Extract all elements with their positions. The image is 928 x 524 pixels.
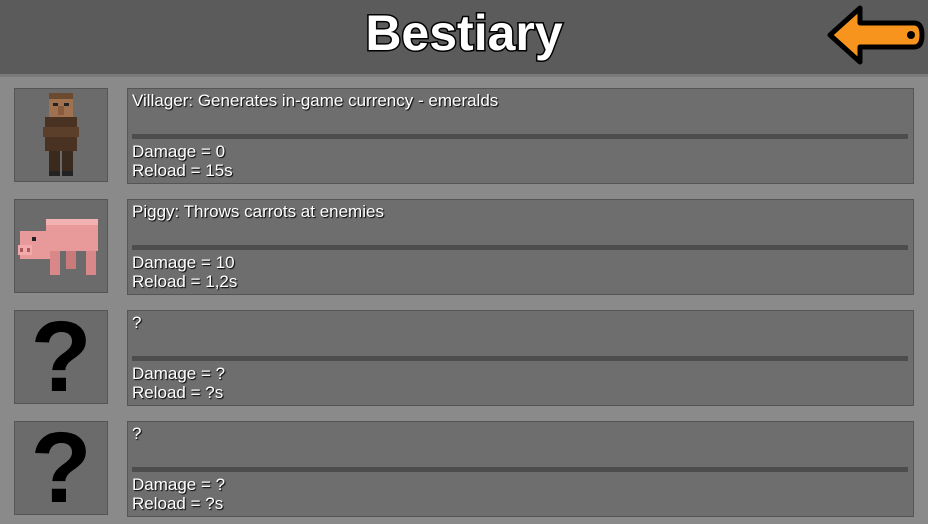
divider [132, 467, 908, 472]
list-item: ? ? Damage = ? Reload = ?s [0, 299, 928, 407]
entry-reload: Reload = 15s [132, 161, 233, 180]
divider [132, 245, 908, 250]
list-item: ? ? Damage = ? Reload = ?s [0, 410, 928, 518]
list-item: Piggy: Throws carrots at enemies Damage … [0, 188, 928, 295]
entry-description: Villager: Generates in-game currency - e… [132, 91, 499, 110]
entry-damage: Damage = ? [132, 364, 226, 383]
back-button[interactable] [826, 4, 926, 66]
pig-icon [18, 219, 98, 275]
entry-description: Piggy: Throws carrots at enemies [132, 202, 384, 221]
entry-icon-box [14, 199, 108, 293]
entry-damage: Damage = ? [132, 475, 226, 494]
entry-damage: Damage = 0 [132, 142, 226, 161]
entry-icon-box [14, 88, 108, 182]
divider [132, 356, 908, 361]
entry-info-panel: ? Damage = ? Reload = ?s [127, 421, 914, 517]
entry-damage: Damage = 10 [132, 253, 235, 272]
entry-icon-box: ? [14, 412, 108, 524]
entry-icon-box: ? [14, 301, 108, 413]
villager-icon [43, 93, 79, 176]
entry-info-panel: Piggy: Throws carrots at enemies Damage … [127, 199, 914, 295]
entry-description: ? [132, 313, 142, 332]
header-bar: Bestiary [0, 0, 928, 77]
entry-reload: Reload = ?s [132, 383, 224, 402]
entry-reload: Reload = ?s [132, 494, 224, 513]
divider [132, 134, 908, 139]
page-title: Bestiary [364, 4, 564, 63]
entry-info-panel: Villager: Generates in-game currency - e… [127, 88, 914, 184]
arrow-left-icon [827, 5, 925, 65]
question-mark-icon: ? [30, 301, 92, 413]
question-mark-icon: ? [30, 412, 92, 524]
entry-reload: Reload = 1,2s [132, 272, 238, 291]
entry-description: ? [132, 424, 142, 443]
list-item: Villager: Generates in-game currency - e… [0, 77, 928, 184]
entry-info-panel: ? Damage = ? Reload = ?s [127, 310, 914, 406]
